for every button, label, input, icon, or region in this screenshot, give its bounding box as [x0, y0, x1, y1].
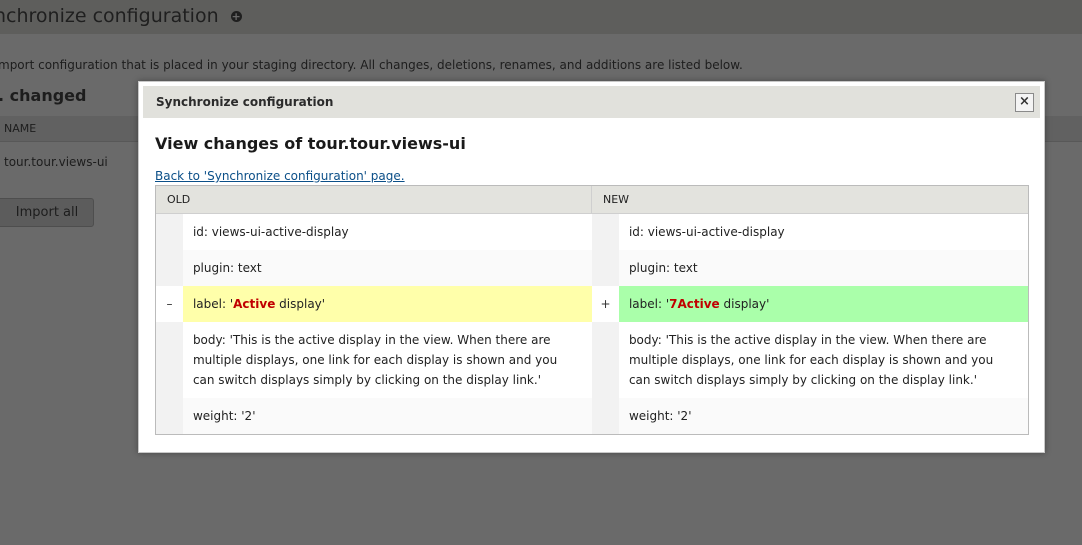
diff-cell-new: body: 'This is the active display in the… [618, 322, 1028, 398]
dialog-content: View changes of tour.tour.views-ui Back … [155, 134, 1028, 184]
dialog-title: Synchronize configuration [156, 95, 334, 109]
new-column-header: NEW [603, 193, 630, 206]
diff-cell-old: plugin: text [182, 250, 592, 286]
changed-section-heading: . changed [0, 86, 87, 105]
diff-cell-new: weight: '2' [618, 398, 1028, 434]
diff-row-changed: – label: 'Active display' + label: '7Act… [156, 286, 1028, 322]
diff-marker-new [592, 214, 619, 250]
page-header: nchronize configuration + [0, 0, 1082, 34]
diff-marker-old: – [156, 286, 183, 322]
diff-row: plugin: text plugin: text [156, 250, 1028, 286]
import-all-button[interactable]: Import all [0, 198, 94, 227]
diff-marker-new [592, 250, 619, 286]
diff-cell-old: weight: '2' [182, 398, 592, 434]
diff-cell-new: plugin: text [618, 250, 1028, 286]
config-table-row[interactable]: tour.tour.views-ui [4, 155, 108, 169]
diff-row: weight: '2' weight: '2' [156, 398, 1028, 434]
diff-marker-new [592, 322, 619, 398]
diff-old-highlight: Active [233, 297, 276, 311]
diff-marker-new: + [592, 286, 619, 322]
diff-cell-old: body: 'This is the active display in the… [182, 322, 592, 398]
diff-marker-old [156, 322, 183, 398]
page-description: mport configuration that is placed in yo… [0, 58, 743, 72]
diff-table: OLD NEW id: views-ui-active-display id: … [155, 185, 1029, 435]
diff-marker-old [156, 398, 183, 434]
close-icon[interactable]: × [1015, 93, 1034, 112]
diff-old-suffix: display' [275, 297, 326, 311]
page-title: nchronize configuration + [0, 5, 242, 27]
back-link[interactable]: Back to 'Synchronize configuration' page… [155, 169, 405, 183]
diff-cell-new: id: views-ui-active-display [618, 214, 1028, 250]
add-shortcut-icon[interactable]: + [230, 11, 242, 22]
diff-marker-new [592, 398, 619, 434]
diff-header: OLD NEW [156, 186, 1028, 214]
diff-heading: View changes of tour.tour.views-ui [155, 134, 466, 153]
old-column-header: OLD [156, 186, 592, 213]
diff-row: id: views-ui-active-display id: views-ui… [156, 214, 1028, 250]
diff-cell-new: label: '7Active display' [618, 286, 1028, 322]
diff-new-highlight: 7Active [669, 297, 720, 311]
diff-old-prefix: label: ' [192, 297, 234, 311]
page-title-text: nchronize configuration [0, 5, 219, 27]
diff-new-suffix: display' [719, 297, 770, 311]
diff-new-prefix: label: ' [628, 297, 670, 311]
diff-marker-old [156, 250, 183, 286]
diff-marker-old [156, 214, 183, 250]
sync-dialog: Synchronize configuration × View changes… [138, 81, 1045, 453]
diff-row: body: 'This is the active display in the… [156, 322, 1028, 398]
dialog-titlebar: Synchronize configuration × [143, 86, 1040, 118]
diff-cell-old: id: views-ui-active-display [182, 214, 592, 250]
name-column-header: NAME [4, 122, 37, 135]
diff-cell-old: label: 'Active display' [182, 286, 592, 322]
